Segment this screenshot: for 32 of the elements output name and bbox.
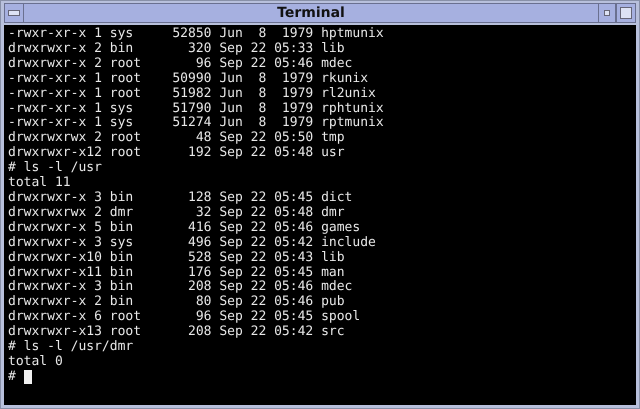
terminal-line: -rwxr-xr-x 1 sys 51790 Jun 8 1979 rphtunix (8, 102, 385, 116)
terminal-line: # ls -l /usr (8, 161, 103, 176)
terminal-line: drwxrwxr-x11 bin 176 Sep 22 05:45 man (8, 266, 346, 280)
window-title: Terminal (276, 5, 346, 21)
terminal-line: -rwxr-xr-x 1 root 51982 Jun 8 1979 rl2unix (8, 86, 377, 102)
terminal-line: drwxrwxr-x 6 root 96 Sep 22 05:45 spool (8, 310, 362, 325)
square-icon (620, 7, 632, 19)
terminal-line: drwxrwxr-x 5 bin 416 Sep 22 05:46 games (8, 220, 362, 236)
small-square-icon (604, 10, 610, 16)
terminal-line: drwxrwxr-x12 root 192 Sep 22 05:48 usr (8, 146, 346, 161)
terminal-line: drwxrwxr-x 2 bin 80 Sep 22 05:46 pub (8, 295, 346, 310)
terminal-line: # ls -l /usr/dmr (8, 340, 134, 355)
minimize-button[interactable] (598, 4, 616, 22)
terminal-line: total 0 (8, 354, 64, 370)
window-menu-button[interactable] (5, 4, 24, 22)
prompt: # (8, 370, 16, 385)
bar-icon (8, 9, 20, 17)
terminal-line: total 11 (8, 176, 72, 191)
terminal-line: drwxrwxr-x13 root 208 Sep 22 05:42 src (8, 325, 346, 340)
terminal-line: drwxrwxrwx 2 dmr 32 Sep 22 05:48 dmr (8, 206, 346, 221)
terminal-line: drwxrwxr-x 2 root 96 Sep 22 05:46 mdec (8, 56, 354, 72)
terminal-line: drwxrwxrwx 2 root 48 Sep 22 05:50 tmp (8, 131, 346, 146)
terminal-line: -rwxr-xr-x 1 sys 51274 Jun 8 1979 rptmunix (8, 116, 385, 131)
terminal-line: -rwxr-xr-x 1 sys 52850 Jun 8 1979 hptmunix (8, 27, 385, 42)
terminal-line: drwxrwxr-x 2 bin 320 Sep 22 05:33 lib (8, 42, 346, 57)
terminal-line: -rwxr-xr-x 1 root 50990 Jun 8 1979 rkunix (8, 72, 370, 87)
terminal-line: drwxrwxr-x 3 bin 208 Sep 22 05:46 mdec (8, 280, 354, 295)
terminal-line: drwxrwxr-x10 bin 528 Sep 22 05:43 lib (8, 250, 346, 266)
terminal-line: drwxrwxr-x 3 sys 496 Sep 22 05:42 include (8, 236, 377, 251)
terminal-line: drwxrwxr-x 3 bin 128 Sep 22 05:45 dict (8, 190, 354, 206)
cursor-icon (24, 370, 32, 384)
maximize-button[interactable] (616, 4, 635, 22)
